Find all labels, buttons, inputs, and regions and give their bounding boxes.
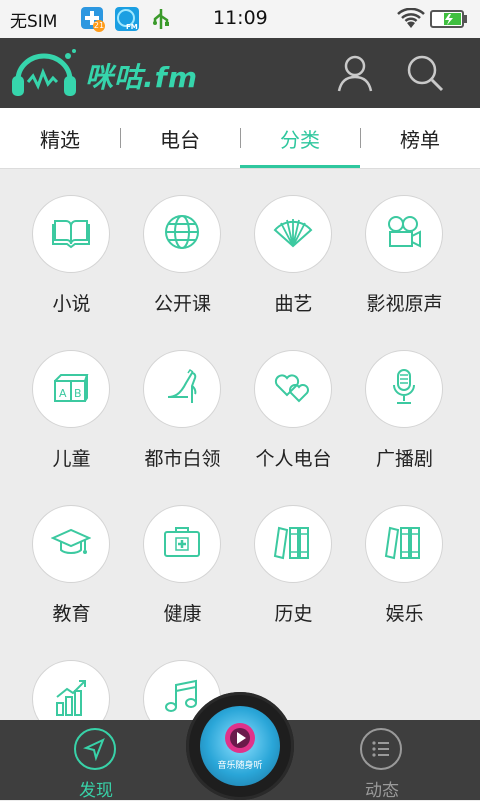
- category-icon-circle: [143, 350, 221, 428]
- nav-discover[interactable]: 发现: [48, 720, 144, 801]
- category-icon-circle: [143, 505, 221, 583]
- discover-icon-circle: [74, 728, 116, 770]
- books-icon: [273, 522, 313, 566]
- category-label: 广播剧: [375, 448, 433, 470]
- tab-radio[interactable]: 电台: [120, 108, 240, 168]
- category-icon-circle: [254, 505, 332, 583]
- category-item-soundtrack[interactable]: 影视原声: [349, 169, 460, 315]
- category-grid: 小说 公开课 曲艺 影视原声 AB 儿童 都市白领 个人电台 广播剧 教育 健康…: [0, 169, 480, 720]
- category-item-folk-art[interactable]: 曲艺: [238, 169, 349, 315]
- abc-blocks-icon: AB: [51, 367, 91, 411]
- film-camera-icon: [384, 212, 424, 256]
- list-icon: [370, 738, 392, 764]
- tab-charts[interactable]: 榜单: [360, 108, 480, 168]
- category-icon-circle: [32, 660, 110, 720]
- category-item-children[interactable]: AB 儿童: [16, 324, 127, 470]
- category-label: 娱乐: [385, 603, 424, 625]
- album-cover: 音乐随身听: [200, 706, 280, 786]
- status-bar: 无SIM 21 FM 11:09: [0, 0, 480, 38]
- usb-icon: [150, 6, 172, 36]
- feed-icon-circle: [360, 728, 402, 770]
- hearts-icon: [273, 367, 313, 411]
- fan-icon: [273, 212, 313, 256]
- svg-text:A: A: [59, 387, 67, 400]
- search-icon: [404, 55, 446, 98]
- category-item-urban-white-collar[interactable]: 都市白领: [127, 324, 238, 470]
- music-player-button[interactable]: 音乐随身听: [186, 692, 294, 800]
- category-tabs: 精选 电台 分类 榜单: [0, 108, 480, 169]
- first-aid-kit-icon: [162, 522, 202, 566]
- book-icon: [51, 212, 91, 256]
- user-profile-button[interactable]: [334, 52, 376, 94]
- high-heel-icon: [162, 367, 202, 411]
- nav-discover-label: 发现: [79, 781, 113, 801]
- category-item-personal-radio[interactable]: 个人电台: [238, 324, 349, 470]
- category-icon-circle: [143, 195, 221, 273]
- category-icon-circle: [365, 195, 443, 273]
- fm-app-icon: [114, 6, 140, 36]
- nav-feed[interactable]: 动态: [334, 720, 430, 801]
- compass-arrow-icon: [83, 737, 107, 765]
- books-icon: [384, 522, 424, 566]
- bar-chart-icon: [51, 677, 91, 720]
- wifi-icon: [397, 7, 425, 34]
- headphone-logo-icon: [10, 46, 80, 104]
- category-icon-circle: [365, 350, 443, 428]
- category-item-open-course[interactable]: 公开课: [127, 169, 238, 315]
- active-tab-indicator: [240, 165, 360, 168]
- music-promo-icon: [218, 720, 262, 760]
- category-icon-circle: [32, 505, 110, 583]
- microphone-icon: [384, 367, 424, 411]
- svg-text:B: B: [74, 387, 82, 400]
- status-time: 11:09: [213, 7, 268, 29]
- notification-badge-text: 21: [93, 21, 105, 30]
- battery-charging-icon: [430, 9, 468, 33]
- tab-featured[interactable]: 精选: [0, 108, 120, 168]
- category-item-history[interactable]: 历史: [238, 479, 349, 625]
- category-item-novel[interactable]: 小说: [16, 169, 127, 315]
- app-header: 咪咕.fm: [0, 38, 480, 108]
- logo-text: 咪咕.fm: [85, 61, 198, 94]
- category-item-health[interactable]: 健康: [127, 479, 238, 625]
- fm-badge-text: FM: [126, 23, 138, 31]
- category-item-education[interactable]: 教育: [16, 479, 127, 625]
- category-item-radio-drama[interactable]: 广播剧: [349, 324, 460, 470]
- app-logo: 咪咕.fm: [10, 46, 220, 100]
- category-item-finance[interactable]: [16, 634, 127, 720]
- nav-feed-label: 动态: [365, 781, 399, 801]
- carrier-label: 无SIM: [10, 12, 58, 32]
- globe-icon: [162, 212, 202, 256]
- tab-categories[interactable]: 分类: [240, 108, 360, 168]
- category-icon-circle: [254, 195, 332, 273]
- category-icon-circle: [254, 350, 332, 428]
- graduation-cap-icon: [50, 522, 92, 566]
- category-item-entertainment[interactable]: 娱乐: [349, 479, 460, 625]
- category-icon-circle: AB: [32, 350, 110, 428]
- search-button[interactable]: [404, 52, 446, 94]
- category-icon-circle: [365, 505, 443, 583]
- user-icon: [334, 55, 376, 98]
- category-label: 影视原声: [366, 293, 443, 315]
- category-icon-circle: [32, 195, 110, 273]
- player-caption: 音乐随身听: [217, 761, 263, 771]
